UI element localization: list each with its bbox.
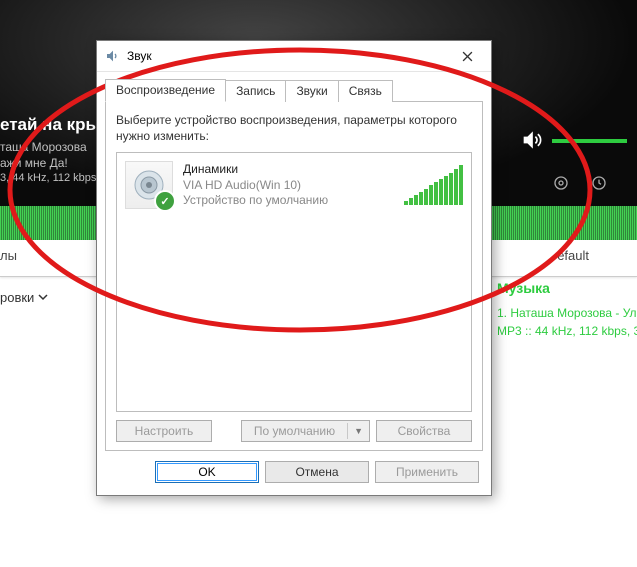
configure-button[interactable]: Настроить xyxy=(116,420,212,442)
tab-page-playback: Выберите устройство воспроизведения, пар… xyxy=(105,101,483,451)
volume-level-meter xyxy=(404,165,463,205)
tab-recording[interactable]: Запись xyxy=(225,80,286,102)
sound-dialog: Звук Воспроизведение Запись Звуки Связь … xyxy=(96,40,492,496)
playlist-panel: Музыка 1. Наташа Морозова - Ул MP3 :: 44… xyxy=(497,280,637,338)
group-dropdown[interactable]: ровки xyxy=(0,290,48,305)
volume-icon[interactable] xyxy=(522,130,542,153)
track-artist: таша Морозова xyxy=(0,140,87,154)
repeat-icon[interactable] xyxy=(553,175,569,194)
track-title: етай на крыл xyxy=(0,115,111,135)
playlist-track-meta: MP3 :: 44 kHz, 112 kbps, 3 xyxy=(497,324,637,338)
device-actions-row: Настроить По умолчанию ▼ Свойства xyxy=(116,412,472,442)
instruction-text: Выберите устройство воспроизведения, пар… xyxy=(116,112,472,144)
sound-icon xyxy=(105,48,121,64)
speaker-icon: ✓ xyxy=(125,161,173,209)
dialog-footer: OK Отмена Применить xyxy=(97,451,491,495)
dialog-title: Звук xyxy=(127,49,447,63)
tab-sounds[interactable]: Звуки xyxy=(285,80,338,102)
playback-device-list[interactable]: ✓ Динамики VIA HD Audio(Win 10) Устройст… xyxy=(116,152,472,412)
set-default-label: По умолчанию xyxy=(242,421,347,441)
chevron-down-icon xyxy=(38,290,48,305)
tab-communications[interactable]: Связь xyxy=(338,80,393,102)
device-driver: VIA HD Audio(Win 10) xyxy=(183,178,394,194)
dropdown-arrow-icon: ▼ xyxy=(347,423,369,439)
tab-playback[interactable]: Воспроизведение xyxy=(105,79,226,102)
playlist-track-title[interactable]: 1. Наташа Морозова - Ул xyxy=(497,306,637,320)
playlist-heading: Музыка xyxy=(497,280,637,296)
player-tab-default[interactable]: efault xyxy=(557,248,589,263)
device-item-speakers[interactable]: ✓ Динамики VIA HD Audio(Win 10) Устройст… xyxy=(121,157,467,213)
track-subtitle: ажи мне Да! xyxy=(0,156,68,170)
dialog-tabstrip: Воспроизведение Запись Звуки Связь xyxy=(97,72,491,101)
close-button[interactable] xyxy=(447,42,487,70)
device-name: Динамики xyxy=(183,162,394,178)
group-dropdown-label: ровки xyxy=(0,290,34,305)
cancel-button[interactable]: Отмена xyxy=(265,461,369,483)
clock-icon[interactable] xyxy=(591,175,607,194)
volume-slider[interactable] xyxy=(552,139,627,143)
device-status: Устройство по умолчанию xyxy=(183,193,394,209)
dialog-titlebar[interactable]: Звук xyxy=(97,41,491,72)
default-check-badge: ✓ xyxy=(154,190,176,212)
player-tab-left[interactable]: лы xyxy=(0,248,17,263)
ok-button[interactable]: OK xyxy=(155,461,259,483)
properties-button[interactable]: Свойства xyxy=(376,420,472,442)
set-default-button[interactable]: По умолчанию ▼ xyxy=(241,420,370,442)
apply-button[interactable]: Применить xyxy=(375,461,479,483)
